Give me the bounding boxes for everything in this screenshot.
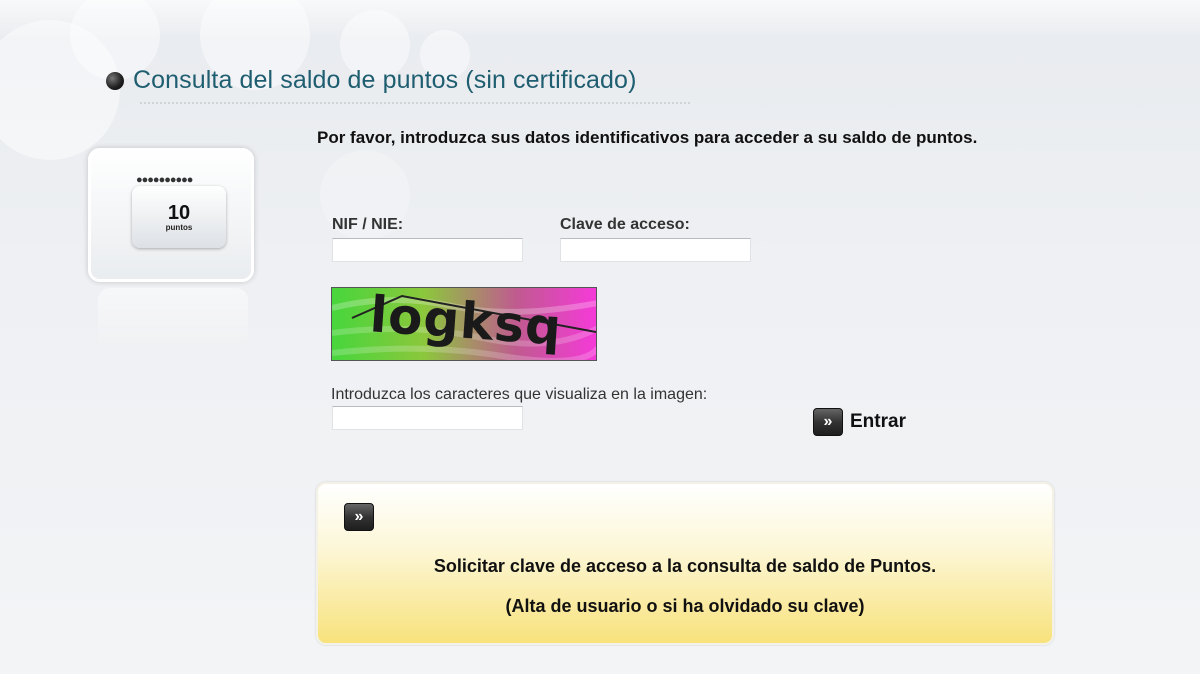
page-title: Consulta del saldo de puntos (sin certif…	[133, 66, 637, 94]
double-chevron-right-icon: »	[813, 408, 843, 436]
page-header: Consulta del saldo de puntos (sin certif…	[106, 66, 637, 95]
password-input[interactable]	[560, 238, 751, 262]
nif-input[interactable]	[332, 238, 523, 262]
password-label: Clave de acceso:	[560, 216, 690, 233]
nif-label: NIF / NIE:	[332, 216, 404, 233]
title-divider	[140, 102, 690, 104]
request-access-key-button[interactable]: » Solicitar clave de acceso a la consult…	[316, 482, 1054, 645]
points-unit: puntos	[165, 223, 193, 232]
intro-text: Por favor, introduzca sus datos identifi…	[317, 128, 978, 147]
dots-decoration-icon: ●●●●●●●●●●	[136, 174, 193, 186]
points-card-reflection	[98, 288, 248, 348]
double-chevron-right-icon: »	[344, 503, 374, 531]
request-subtitle: (Alta de usuario o si ha olvidado su cla…	[505, 596, 865, 616]
captcha-input[interactable]	[332, 406, 523, 430]
points-card-illustration: ●●●●●●●●●● 10 puntos	[88, 148, 254, 282]
enter-label: Entrar	[850, 411, 906, 432]
captcha-label: Introduzca los caracteres que visualiza …	[331, 386, 708, 403]
points-value: 10	[167, 202, 191, 224]
request-title: Solicitar clave de acceso a la consulta …	[433, 556, 937, 576]
enter-button[interactable]: » Entrar	[813, 408, 906, 436]
bullet-icon	[106, 71, 124, 90]
background-top-band	[0, 0, 1200, 40]
points-badge: 10 puntos	[132, 186, 226, 248]
captcha-image: logksq	[331, 287, 597, 361]
